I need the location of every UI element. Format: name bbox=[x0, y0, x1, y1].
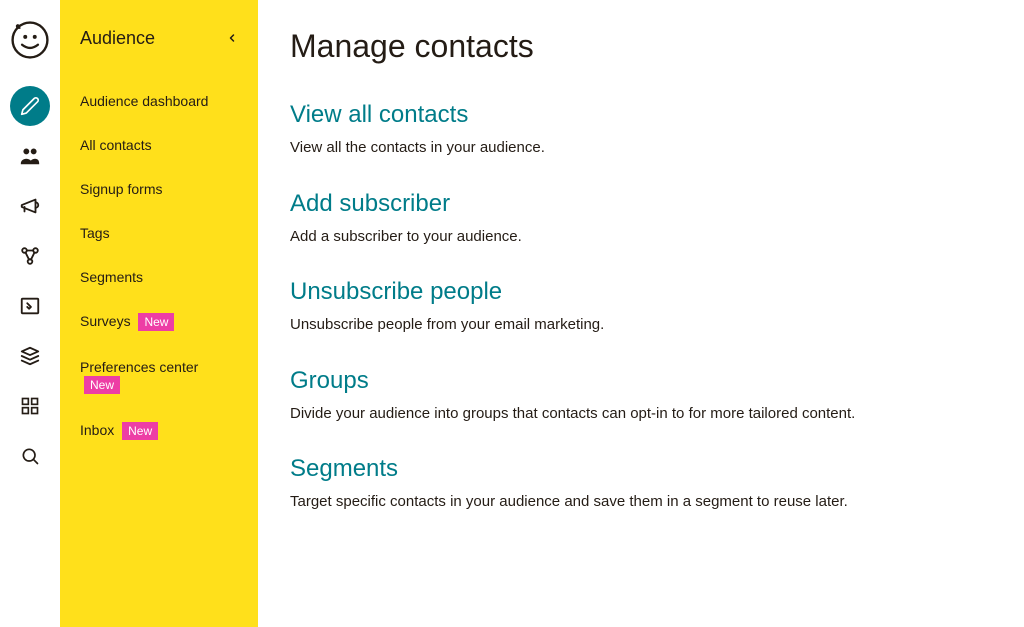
section-title-link[interactable]: Groups bbox=[290, 367, 994, 395]
new-badge: New bbox=[138, 313, 174, 331]
rail-integrations[interactable] bbox=[8, 386, 52, 426]
sidebar-item-label: Inbox bbox=[80, 422, 114, 438]
section-segments: Segments Target specific contacts in you… bbox=[290, 455, 994, 514]
sidebar-item-preferences-center[interactable]: Preferences center New bbox=[80, 345, 238, 407]
page-title: Manage contacts bbox=[290, 28, 994, 65]
main-content: Manage contacts View all contacts View a… bbox=[258, 0, 1024, 627]
sidebar-item-audience-dashboard[interactable]: Audience dashboard bbox=[80, 79, 238, 123]
section-title-link[interactable]: Segments bbox=[290, 455, 994, 483]
sidebar-header[interactable]: Audience bbox=[80, 28, 238, 49]
flow-icon bbox=[19, 245, 41, 267]
sidebar-item-label: All contacts bbox=[80, 137, 152, 153]
rail-content[interactable] bbox=[8, 336, 52, 376]
section-desc: Divide your audience into groups that co… bbox=[290, 403, 994, 426]
section-view-all-contacts: View all contacts View all the contacts … bbox=[290, 101, 994, 160]
sidebar-item-label: Surveys bbox=[80, 313, 131, 329]
section-groups: Groups Divide your audience into groups … bbox=[290, 367, 994, 426]
content-icon bbox=[19, 345, 41, 367]
section-title-link[interactable]: Add subscriber bbox=[290, 190, 994, 218]
section-title-link[interactable]: Unsubscribe people bbox=[290, 278, 994, 306]
audience-icon bbox=[19, 145, 41, 167]
sidebar-item-label: Preferences center bbox=[80, 359, 198, 375]
section-unsubscribe-people: Unsubscribe people Unsubscribe people fr… bbox=[290, 278, 994, 337]
section-add-subscriber: Add subscriber Add a subscriber to your … bbox=[290, 190, 994, 249]
rail-automations[interactable] bbox=[8, 236, 52, 276]
rail-campaigns[interactable] bbox=[8, 186, 52, 226]
sidebar-item-label: Tags bbox=[80, 225, 110, 241]
sidebar-item-signup-forms[interactable]: Signup forms bbox=[80, 167, 238, 211]
pencil-icon bbox=[20, 96, 40, 116]
sidebar-title: Audience bbox=[80, 28, 155, 49]
sidebar-item-label: Segments bbox=[80, 269, 143, 285]
rail-search[interactable] bbox=[8, 436, 52, 476]
website-icon bbox=[19, 295, 41, 317]
sidebar-item-tags[interactable]: Tags bbox=[80, 211, 238, 255]
sidebar-item-segments[interactable]: Segments bbox=[80, 255, 238, 299]
sidebar-nav: Audience dashboard All contacts Signup f… bbox=[80, 79, 238, 454]
sidebar-item-surveys[interactable]: Surveys New bbox=[80, 299, 238, 345]
chevron-left-icon bbox=[226, 28, 238, 49]
rail-audience[interactable] bbox=[8, 136, 52, 176]
section-desc: Unsubscribe people from your email marke… bbox=[290, 314, 994, 337]
sidebar-item-inbox[interactable]: Inbox New bbox=[80, 408, 238, 454]
section-title-link[interactable]: View all contacts bbox=[290, 101, 994, 129]
megaphone-icon bbox=[19, 195, 41, 217]
grid-icon bbox=[20, 396, 40, 416]
section-desc: View all the contacts in your audience. bbox=[290, 137, 994, 160]
sidebar-item-label: Signup forms bbox=[80, 181, 162, 197]
logo bbox=[8, 16, 52, 64]
new-badge: New bbox=[122, 422, 158, 440]
sidebar-item-all-contacts[interactable]: All contacts bbox=[80, 123, 238, 167]
search-icon bbox=[20, 446, 40, 466]
rail-create[interactable] bbox=[10, 86, 50, 126]
icon-rail bbox=[0, 0, 60, 627]
sidebar-item-label: Audience dashboard bbox=[80, 93, 208, 109]
mailchimp-logo-icon bbox=[11, 21, 49, 59]
section-desc: Add a subscriber to your audience. bbox=[290, 226, 994, 249]
sidebar: Audience Audience dashboard All contacts… bbox=[60, 0, 258, 627]
rail-website[interactable] bbox=[8, 286, 52, 326]
new-badge: New bbox=[84, 376, 120, 394]
section-desc: Target specific contacts in your audienc… bbox=[290, 491, 994, 514]
